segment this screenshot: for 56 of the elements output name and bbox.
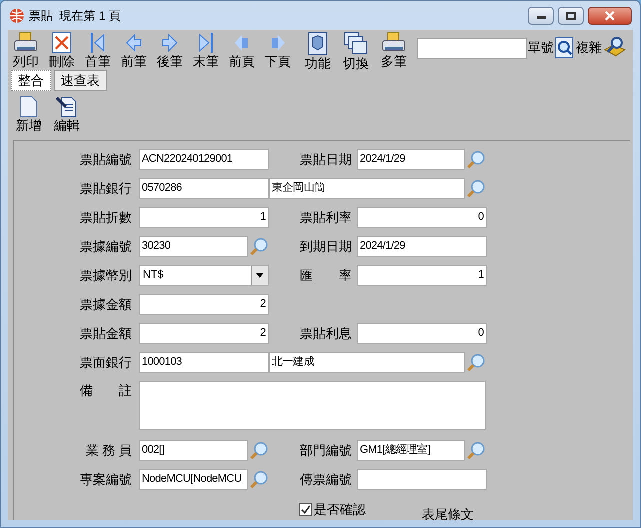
input-field[interactable]: GM1[總經理室] <box>357 440 465 461</box>
input-field[interactable]: 2024/1/29 <box>357 149 465 170</box>
toolbar-button[interactable]: 首筆 <box>85 54 111 69</box>
toolbar-button[interactable]: 列印 <box>13 54 39 69</box>
window-title: 票貼 現在第 1 頁 <box>29 8 122 24</box>
input-field[interactable]: NodeMCU[NodeMCU <box>139 469 248 490</box>
input-field[interactable]: 2024/1/29 <box>357 236 487 257</box>
toolbar-button[interactable]: 切換 <box>343 56 369 71</box>
field-label: 票貼折數 <box>79 208 132 227</box>
toolbar-button[interactable]: 末筆 <box>193 54 219 69</box>
input-field[interactable]: ACN220240129001 <box>139 149 269 170</box>
field-label: 票貼利率 <box>299 208 352 227</box>
field-label: 票貼日期 <box>299 150 352 169</box>
input-field[interactable]: 0 <box>357 323 487 344</box>
field-label: 票貼編號 <box>79 150 132 169</box>
input-field[interactable]: 2 <box>139 294 269 315</box>
confirm-checkbox[interactable]: 是否確認 <box>299 500 366 520</box>
input-field[interactable]: 1 <box>357 265 487 286</box>
tab[interactable]: 整合 <box>11 70 51 91</box>
action-button[interactable]: 新增 <box>16 118 42 134</box>
field-label: 票貼利息 <box>299 324 352 343</box>
field-label: 業 務 員 <box>84 442 132 460</box>
tab[interactable]: 速查表 <box>54 70 107 91</box>
input-field[interactable]: 002[] <box>139 440 248 461</box>
input-field[interactable]: 東企岡山簡 <box>269 178 465 199</box>
field-label: 票據編號 <box>79 238 132 256</box>
input-field[interactable]: 30230 <box>139 236 248 257</box>
field-label: 到期日期 <box>299 238 352 256</box>
toolbar-button[interactable]: 下頁 <box>265 54 291 69</box>
dropdown[interactable]: NT$ <box>139 265 269 286</box>
toolbar-button[interactable]: 前頁 <box>229 54 255 69</box>
search-label: 單號 <box>528 39 554 58</box>
input-field[interactable]: 0 <box>357 207 487 228</box>
field-label: 票面銀行 <box>79 354 132 372</box>
toolbar-button[interactable]: 刪除 <box>49 54 75 69</box>
toolbar-button[interactable]: 後筆 <box>157 54 183 69</box>
toolbar-button[interactable]: 功能 <box>305 56 331 71</box>
advanced-search-button[interactable]: 複雜 <box>576 38 602 58</box>
input-field[interactable]: 1000103 <box>139 352 269 373</box>
input-field[interactable]: 2 <box>139 323 269 344</box>
field-label: 票貼銀行 <box>79 180 132 198</box>
field-label: 傳票編號 <box>299 470 352 489</box>
field-label: 專案編號 <box>79 470 132 489</box>
field-label: 票貼金額 <box>79 324 132 343</box>
action-button[interactable]: 編輯 <box>54 118 80 134</box>
field-label: 備 註 <box>79 382 132 400</box>
field-label: 匯 率 <box>299 266 352 285</box>
input-field[interactable]: 0570286 <box>139 178 269 199</box>
input-field[interactable]: 1 <box>139 207 269 228</box>
footer-text: 表尾條文 <box>422 506 474 524</box>
field-label: 票據幣別 <box>79 266 132 285</box>
field-label: 票據金額 <box>79 296 132 314</box>
field-label: 部門編號 <box>299 442 352 460</box>
input-field[interactable]: 北一建成 <box>269 352 465 373</box>
toolbar-button[interactable]: 多筆 <box>381 54 407 69</box>
toolbar-button[interactable]: 前筆 <box>121 54 147 69</box>
